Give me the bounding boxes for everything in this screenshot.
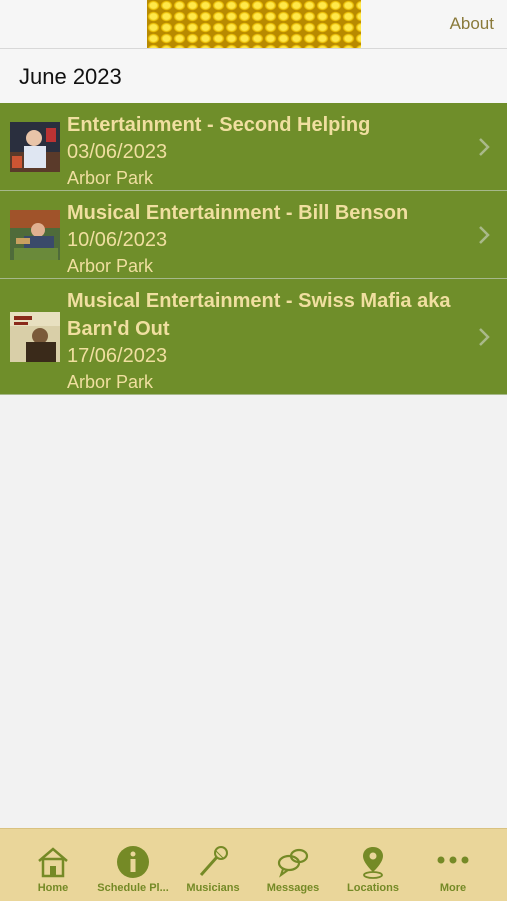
about-button[interactable]: About	[450, 14, 494, 34]
bottom-tab-bar: Home Schedule Pl... Musicians Messages L…	[0, 828, 507, 901]
tab-more[interactable]: More	[413, 829, 493, 901]
tab-label: Schedule Pl...	[97, 882, 169, 894]
tab-musicians[interactable]: Musicians	[173, 829, 253, 901]
tab-locations[interactable]: Locations	[333, 829, 413, 901]
tab-label: Musicians	[186, 882, 240, 894]
event-title: Musical Entertainment - Bill Benson	[67, 202, 409, 224]
event-date: 10/06/2023	[67, 229, 168, 251]
event-row[interactable]: Musical Entertainment - Swiss Mafia aka …	[0, 279, 507, 395]
month-title: June 2023	[19, 64, 122, 89]
event-location: Arbor Park	[67, 372, 154, 392]
event-row[interactable]: Musical Entertainment - Bill Benson 10/0…	[0, 191, 507, 279]
tab-home[interactable]: Home	[13, 829, 93, 901]
event-thumbnail	[10, 122, 60, 172]
event-location: Arbor Park	[67, 168, 154, 188]
event-thumbnail	[10, 210, 60, 260]
tab-messages[interactable]: Messages	[253, 829, 333, 901]
event-thumbnail	[10, 312, 60, 362]
more-dots-icon	[437, 856, 469, 864]
event-location: Arbor Park	[67, 256, 154, 276]
tab-label: More	[439, 882, 467, 894]
info-icon	[117, 846, 149, 878]
tab-label: Messages	[266, 882, 320, 894]
event-row[interactable]: Entertainment - Second Helping 03/06/202…	[0, 103, 507, 191]
event-date: 17/06/2023	[67, 345, 168, 367]
microphone-icon	[199, 846, 228, 876]
chevron-right-icon	[479, 138, 490, 156]
event-list: Entertainment - Second Helping 03/06/202…	[0, 103, 507, 395]
tab-label: Locations	[347, 882, 399, 894]
month-section-header: June 2023	[0, 49, 507, 103]
tab-schedule[interactable]: Schedule Pl...	[93, 829, 173, 901]
home-icon	[38, 847, 68, 878]
tab-label: Home	[37, 882, 69, 894]
event-title: Entertainment - Second Helping	[67, 114, 371, 136]
chevron-right-icon	[479, 226, 490, 244]
event-date: 03/06/2023	[67, 141, 168, 163]
event-title: Musical Entertainment - Swiss Mafia aka …	[67, 290, 451, 340]
map-pin-icon	[363, 847, 383, 879]
top-navigation-bar: About	[0, 0, 507, 49]
corn-banner-logo	[147, 0, 361, 48]
chat-bubbles-icon	[277, 848, 309, 878]
chevron-right-icon	[479, 328, 490, 346]
